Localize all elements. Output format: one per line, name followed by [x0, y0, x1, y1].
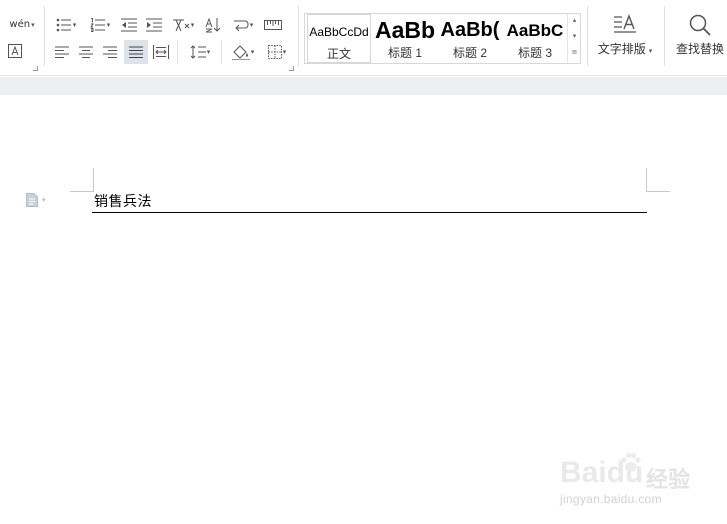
- justify-button[interactable]: [124, 40, 148, 64]
- chevron-down-icon: ▾: [42, 196, 46, 204]
- style-heading-3-preview: AaBbC: [506, 20, 564, 40]
- borders-icon: [267, 45, 282, 59]
- shading-button[interactable]: ▾: [228, 41, 258, 63]
- group-divider: [298, 6, 299, 66]
- paw-icon: [621, 452, 641, 472]
- title-underline: [92, 212, 647, 213]
- phonetic-guide-button[interactable]: wén ▾: [7, 14, 37, 36]
- paragraph-dialog-launcher[interactable]: [289, 66, 294, 71]
- group-divider: [221, 40, 222, 64]
- document-title-text[interactable]: 销售兵法: [94, 191, 152, 211]
- chevron-down-icon: ▾: [282, 48, 287, 56]
- increase-indent-button[interactable]: [144, 14, 164, 36]
- watermark-url: jingyan.baidu.com: [560, 492, 662, 506]
- style-heading-3-label: 标题 3: [517, 46, 552, 60]
- ribbon-document-divider: [0, 77, 727, 95]
- align-right-icon: [103, 46, 117, 58]
- text-direction-icon: [172, 19, 190, 32]
- align-center-button[interactable]: [76, 41, 96, 63]
- distributed-align-button[interactable]: [151, 41, 171, 63]
- paint-bucket-icon: [231, 45, 250, 60]
- chevron-down-icon: ▾: [249, 21, 254, 29]
- styles-gallery-scroller: ▴ ▾ ≡: [567, 14, 580, 63]
- align-right-button[interactable]: [100, 41, 120, 63]
- style-heading-2[interactable]: AaBb( 标题 2: [438, 14, 502, 63]
- text-layout-label: 文字排版: [597, 42, 646, 56]
- decrease-indent-button[interactable]: [119, 14, 139, 36]
- document-icon: [26, 193, 38, 207]
- group-divider: [587, 6, 588, 66]
- style-heading-2-preview: AaBb(: [440, 19, 500, 41]
- watermark: Baidu 经验 jingyan.baidu.com: [560, 450, 720, 512]
- margin-mark-top-left: [70, 168, 94, 192]
- numbered-list-button[interactable]: ▾: [86, 14, 114, 36]
- justify-icon: [129, 46, 143, 58]
- find-replace-button[interactable]: 查找替换: [672, 14, 727, 57]
- line-break-icon: [233, 20, 249, 32]
- search-icon: [689, 14, 711, 36]
- chevron-down-icon: ▾: [250, 48, 255, 56]
- borders-button[interactable]: ▾: [262, 41, 292, 63]
- style-heading-3[interactable]: AaBbC 标题 3: [503, 14, 567, 63]
- find-replace-label: 查找替换: [675, 42, 724, 56]
- phonetic-guide-icon: wén: [9, 20, 30, 30]
- bullet-list-icon: [56, 18, 71, 32]
- chevron-down-icon: ▾: [31, 21, 35, 29]
- text-layout-icon: [614, 14, 636, 33]
- gallery-more-icon[interactable]: ≡: [568, 49, 581, 56]
- line-spacing-button[interactable]: ▾: [185, 41, 215, 63]
- style-normal-preview: AaBbCcDd: [309, 24, 369, 39]
- ribbon-toolbar: wén ▾ ▾ ▾ ▾ ▾ ▾ ▾ ▾ AaBbCcDd 正文 AaBb 标题 …: [0, 0, 727, 76]
- group-divider: [177, 40, 178, 64]
- scroll-up-icon[interactable]: ▴: [568, 17, 581, 24]
- margin-mark-top-right: [646, 168, 670, 192]
- group-divider: [664, 6, 665, 66]
- distributed-align-icon: [153, 45, 169, 59]
- sort-icon: [205, 17, 221, 33]
- ruler-toggle-button[interactable]: [262, 14, 284, 36]
- align-center-icon: [79, 46, 93, 58]
- style-heading-1-label: 标题 1: [387, 46, 422, 60]
- chevron-down-icon: ▾: [72, 21, 77, 29]
- style-normal[interactable]: AaBbCcDd 正文: [307, 14, 371, 63]
- align-left-button[interactable]: [52, 41, 72, 63]
- style-heading-1[interactable]: AaBb 标题 1: [373, 14, 437, 63]
- align-left-icon: [55, 46, 69, 58]
- phonetic-glyph: wén: [9, 19, 31, 30]
- character-border-button[interactable]: [5, 40, 25, 62]
- text-layout-button[interactable]: 文字排版 ▾: [594, 14, 656, 57]
- watermark-product: 经验: [646, 468, 691, 493]
- chevron-down-icon: ▾: [190, 21, 195, 29]
- line-spacing-icon: [190, 45, 206, 59]
- styles-gallery: AaBbCcDd 正文 AaBb 标题 1 AaBb( 标题 2 AaBbC 标…: [304, 13, 581, 64]
- scroll-down-icon[interactable]: ▾: [568, 33, 581, 40]
- character-border-icon: [8, 44, 22, 58]
- numbered-list-icon: [89, 18, 105, 32]
- sort-button[interactable]: [203, 14, 223, 36]
- chevron-down-icon: ▾: [106, 21, 111, 29]
- decrease-indent-icon: [121, 18, 137, 32]
- font-dialog-launcher[interactable]: [33, 66, 38, 71]
- style-heading-2-label: 标题 2: [452, 46, 487, 60]
- ruler-icon: [264, 20, 282, 30]
- style-normal-label: 正文: [326, 47, 351, 61]
- line-break-button[interactable]: ▾: [228, 14, 258, 36]
- bullet-list-button[interactable]: ▾: [52, 14, 80, 36]
- style-heading-1-preview: AaBb: [374, 17, 436, 43]
- increase-indent-icon: [146, 18, 162, 32]
- group-divider: [44, 6, 45, 66]
- chevron-down-icon: ▾: [646, 48, 653, 55]
- paragraph-handle[interactable]: ▾: [26, 193, 46, 207]
- chevron-down-icon: ▾: [206, 48, 211, 56]
- text-direction-button[interactable]: ▾: [168, 14, 198, 36]
